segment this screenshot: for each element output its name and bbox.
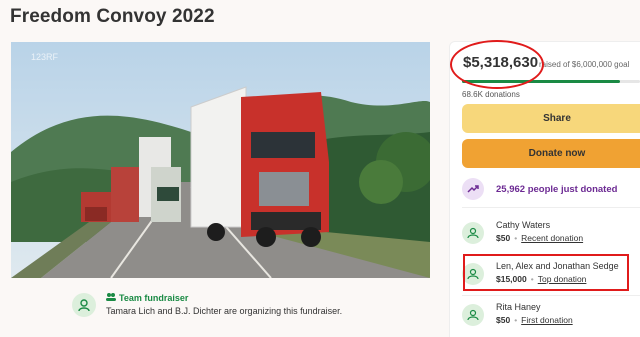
donor-amount: $50: [496, 315, 511, 325]
team-icon: [72, 293, 96, 317]
donor-amount: $50: [496, 233, 511, 243]
photo-watermark: 123RF: [31, 52, 59, 62]
page-title: Freedom Convoy 2022: [10, 6, 215, 27]
donate-button[interactable]: Donate now: [462, 139, 640, 168]
campaign-photo: 123RF: [11, 42, 430, 278]
hand-heart-icon: [462, 304, 484, 326]
divider: [462, 295, 640, 296]
top-donation-highlight-box: [463, 254, 629, 291]
people-icon: [106, 292, 116, 303]
divider: [462, 207, 640, 208]
donor-name: Cathy Waters: [496, 220, 551, 230]
trend-banner: 25,962 people just donated: [462, 178, 617, 200]
trend-text: 25,962 people just donated: [496, 183, 618, 195]
team-fundraiser-label: Team fundraiser: [119, 292, 189, 303]
goal-text: raised of $6,000,000 goal: [539, 60, 630, 69]
donor-tag-link[interactable]: First donation: [521, 315, 573, 325]
share-button[interactable]: Share: [462, 104, 640, 133]
donor-name: Rita Haney: [496, 302, 541, 312]
donation-count: 68.6K donations: [462, 90, 520, 99]
hand-heart-icon: [462, 222, 484, 244]
organizer-text: Tamara Lich and B.J. Dichter are organiz…: [106, 306, 343, 316]
team-fundraiser-badge: Team fundraiser: [106, 292, 188, 303]
amount-highlight-circle: [450, 40, 544, 89]
donor-tag-link[interactable]: Recent donation: [521, 233, 583, 243]
trending-up-icon: [462, 178, 484, 200]
